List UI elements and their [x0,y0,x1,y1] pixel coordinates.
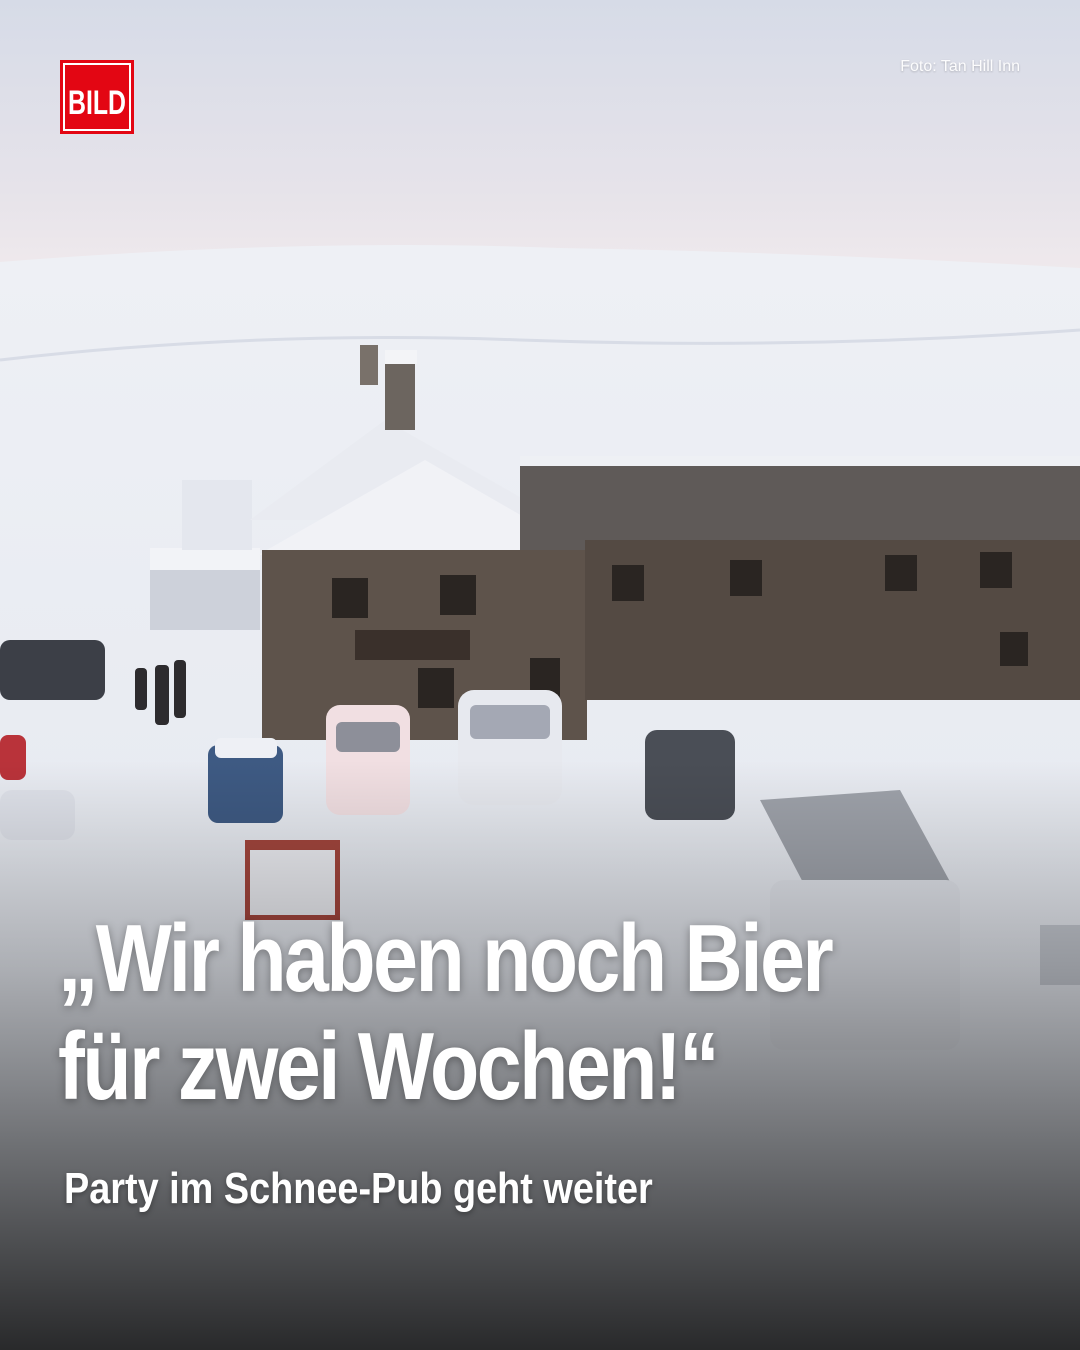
headline-line-1: „Wir haben noch Bier [58,905,834,1012]
bild-logo: BILD [60,60,134,134]
svg-text:BILD: BILD [68,84,126,122]
subline: Party im Schnee-Pub geht weiter [64,1164,653,1213]
social-post-card: BILD Foto: Tan Hill Inn „Wir haben noch … [0,0,1080,1350]
headline-line-2: für zwei Wochen!“ [58,1013,720,1120]
headline-quote: „Wir haben noch Bier für zwei Wochen!“ [58,905,890,1121]
snow-pub-photo [0,0,1080,1350]
photo-credit: Foto: Tan Hill Inn [900,58,1020,75]
